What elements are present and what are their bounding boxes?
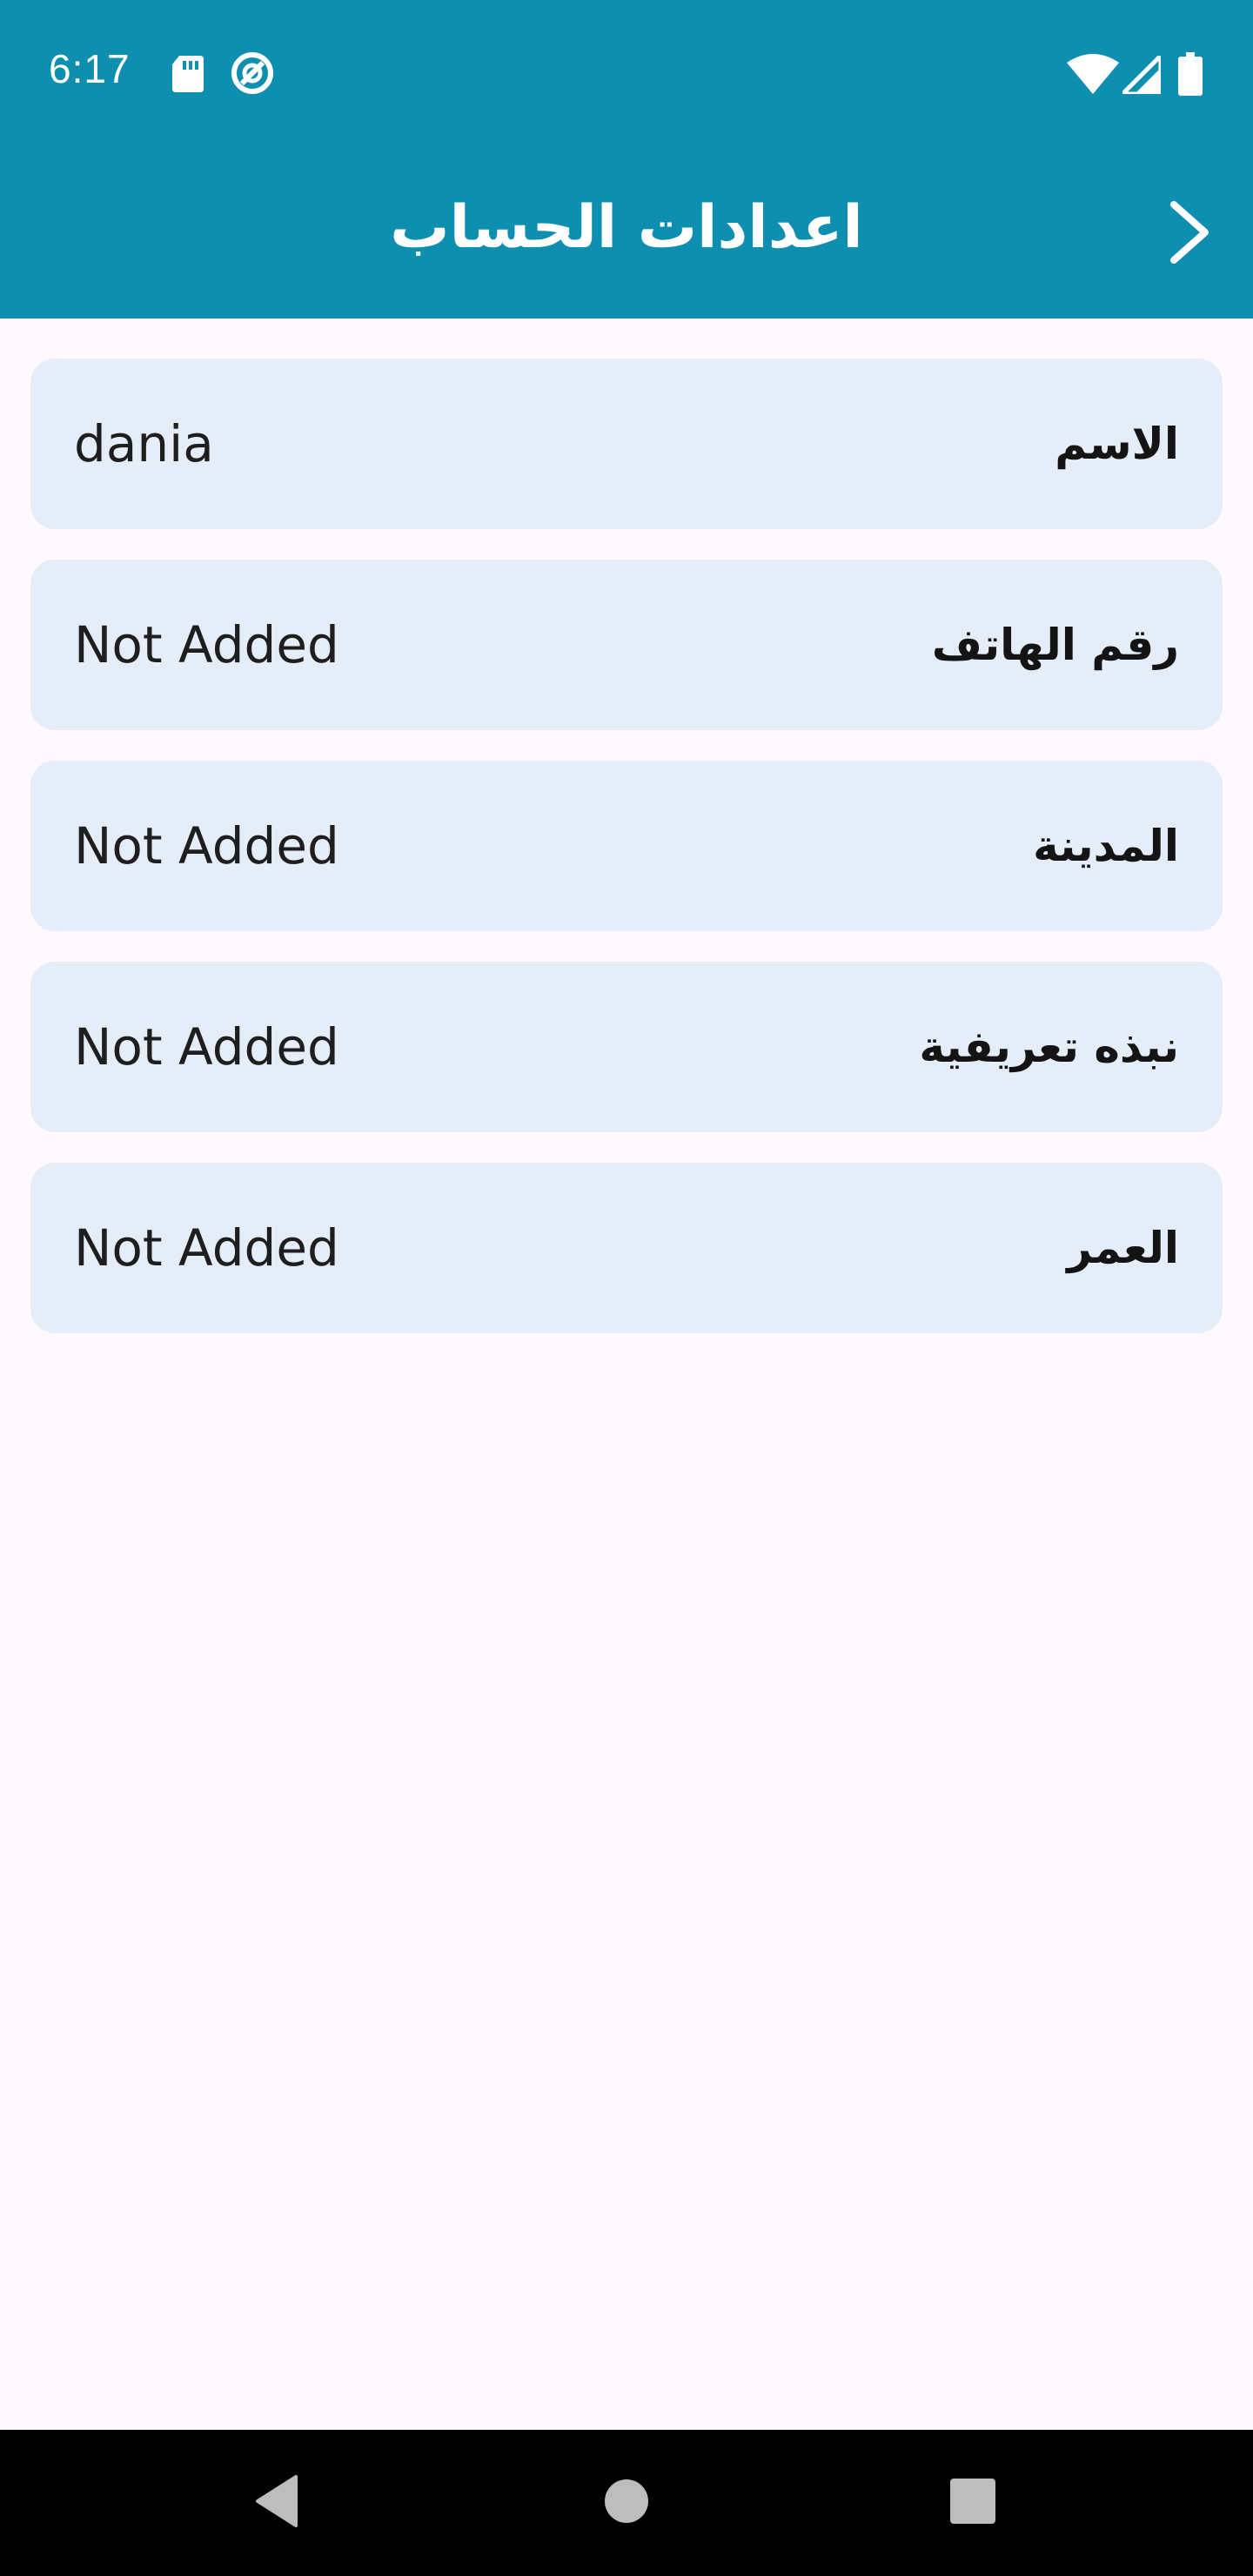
row-value: Not Added bbox=[74, 1017, 339, 1077]
wifi-icon bbox=[1067, 54, 1119, 97]
nav-back-button[interactable] bbox=[233, 2459, 320, 2546]
status-bar: 6:17 bbox=[0, 0, 1253, 148]
row-value: dania bbox=[74, 414, 214, 473]
sync-icon bbox=[230, 50, 275, 99]
settings-row-bio[interactable]: Not Added نبذه تعريفية bbox=[30, 962, 1223, 1132]
row-value: Not Added bbox=[74, 1218, 339, 1278]
row-value: Not Added bbox=[74, 615, 339, 674]
home-circle-icon bbox=[603, 2478, 650, 2528]
row-label: رقم الهاتف bbox=[931, 620, 1179, 670]
status-time: 6:17 bbox=[49, 46, 131, 91]
nav-home-button[interactable] bbox=[583, 2459, 670, 2546]
account-settings-list: dania الاسم Not Added رقم الهاتف Not Add… bbox=[30, 359, 1223, 1364]
chevron-right-icon bbox=[1163, 198, 1216, 271]
system-nav-bar bbox=[0, 2430, 1253, 2576]
row-label: المدينة bbox=[1033, 821, 1179, 871]
row-label: نبذه تعريفية bbox=[919, 1022, 1179, 1072]
back-triangle-icon bbox=[252, 2473, 301, 2532]
nav-recents-button[interactable] bbox=[929, 2459, 1016, 2546]
settings-row-phone[interactable]: Not Added رقم الهاتف bbox=[30, 560, 1223, 730]
battery-icon bbox=[1178, 52, 1203, 99]
account-settings-screen: 6:17 اعدادات الحساب dania الاسم Not Adde… bbox=[0, 0, 1253, 2576]
settings-row-name[interactable]: dania الاسم bbox=[30, 359, 1223, 529]
row-label: الاسم bbox=[1055, 419, 1179, 469]
row-label: العمر bbox=[1067, 1223, 1179, 1273]
cell-signal-icon bbox=[1116, 50, 1163, 97]
row-value: Not Added bbox=[74, 816, 339, 875]
recents-square-icon bbox=[949, 2478, 996, 2528]
back-button[interactable] bbox=[1142, 186, 1237, 282]
app-bar: اعدادات الحساب bbox=[0, 148, 1253, 319]
page-title: اعدادات الحساب bbox=[390, 193, 863, 262]
sd-card-icon bbox=[171, 54, 205, 96]
settings-row-age[interactable]: Not Added العمر bbox=[30, 1163, 1223, 1333]
settings-row-city[interactable]: Not Added المدينة bbox=[30, 761, 1223, 931]
